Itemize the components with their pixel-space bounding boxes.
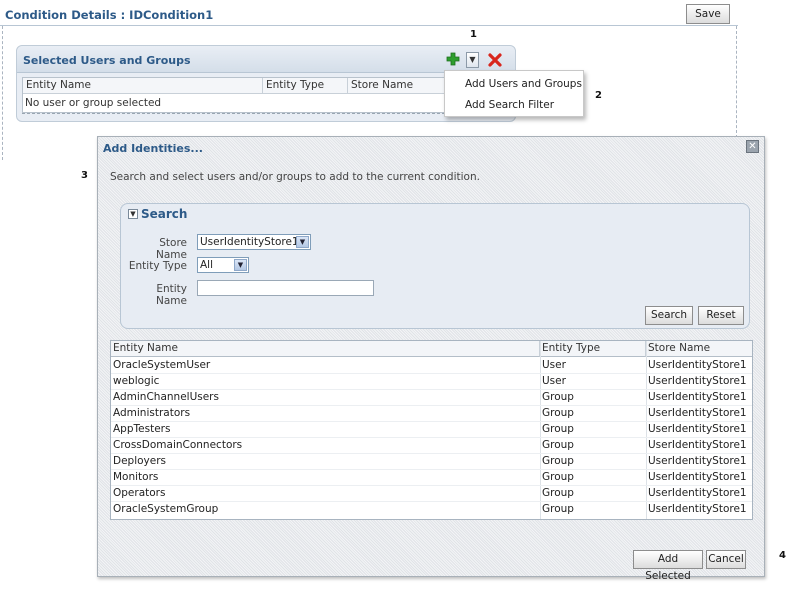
table-row[interactable]: AdminChannelUsers Group UserIdentityStor… [111,390,752,406]
entity-type-cell: User [542,375,566,387]
search-button[interactable]: Search [645,306,693,325]
column-header-store-name[interactable]: Store Name [646,341,752,357]
chevron-down-icon: ▼ [469,55,476,64]
entity-type-label: Entity Type [128,260,187,272]
entity-type-cell: Group [542,391,574,403]
entity-name-cell: Operators [113,487,166,499]
store-name-cell: UserIdentityStore1 [648,487,747,499]
table-row[interactable]: Deployers Group UserIdentityStore1 [111,454,752,470]
results-table: Entity Name Entity Type Store Name Oracl… [110,340,753,520]
collapse-toggle-icon[interactable]: ▼ [128,209,138,219]
page-border-left [2,26,3,160]
store-name-cell: UserIdentityStore1 [648,407,747,419]
callout-2: 2 [595,90,602,101]
store-name-cell: UserIdentityStore1 [648,439,747,451]
store-name-label: Store Name [156,237,187,261]
store-name-cell: UserIdentityStore1 [648,471,747,483]
store-name-cell: UserIdentityStore1 [648,503,747,515]
store-name-cell: UserIdentityStore1 [648,375,747,387]
reset-button[interactable]: Reset [698,306,744,325]
add-identities-dialog: Add Identities... ✕ Search and select us… [97,136,765,582]
entity-type-select-value: All [200,259,214,271]
dialog-title: Add Identities... [103,142,203,155]
store-name-cell: UserIdentityStore1 [648,359,747,371]
column-header-entity-type[interactable]: Entity Type [540,341,646,357]
store-name-select-value: UserIdentityStore1 [200,236,299,248]
entity-type-cell: Group [542,423,574,435]
entity-name-cell: Administrators [113,407,191,419]
close-icon[interactable]: ✕ [746,140,759,153]
entity-type-cell: Group [542,471,574,483]
entity-type-cell: User [542,359,566,371]
entity-type-cell: Group [542,407,574,419]
entity-name-cell: Deployers [113,455,167,467]
entity-name-cell: CrossDomainConnectors [113,439,243,451]
entity-name-cell: OracleSystemGroup [113,503,219,515]
chevron-down-icon: ▼ [234,259,247,271]
page-border-right [736,26,737,138]
table-row[interactable]: Operators Group UserIdentityStore1 [111,486,752,502]
callout-3: 3 [81,170,88,181]
search-panel-title: Search [141,207,188,221]
store-name-cell: UserIdentityStore1 [648,423,747,435]
selected-users-panel-title: Selected Users and Groups [23,54,191,67]
entity-name-input[interactable] [197,280,374,296]
entity-type-cell: Group [542,487,574,499]
title-divider [0,25,738,26]
add-selected-button[interactable]: Add Selected [633,550,703,582]
entity-type-cell: Group [542,439,574,451]
save-button[interactable]: Save [686,4,730,24]
cancel-button[interactable]: Cancel [706,550,746,569]
table-row[interactable]: OracleSystemGroup Group UserIdentityStor… [111,502,752,518]
table-row[interactable]: Monitors Group UserIdentityStore1 [111,470,752,486]
menu-item-add-users-and-groups[interactable]: Add Users and Groups [465,78,582,90]
table-row[interactable]: Administrators Group UserIdentityStore1 [111,406,752,422]
store-name-select[interactable]: UserIdentityStore1 ▼ [197,234,311,250]
entity-name-cell: OracleSystemUser [113,359,211,371]
entity-name-label: Entity Name [156,283,187,307]
chevron-down-icon: ▼ [296,236,309,248]
table-row[interactable]: OracleSystemUser User UserIdentityStore1 [111,358,752,374]
add-menu-dropdown-button[interactable]: ▼ [466,52,479,68]
column-header-entity-name[interactable]: Entity Name [23,78,263,94]
table-divider [22,113,510,114]
plus-icon[interactable] [446,52,460,66]
callout-4: 4 [779,550,786,561]
empty-table-message: No user or group selected [25,97,162,109]
menu-item-add-search-filter[interactable]: Add Search Filter [465,99,554,111]
entity-name-cell: AdminChannelUsers [113,391,219,403]
table-row[interactable]: weblogic User UserIdentityStore1 [111,374,752,390]
selected-users-table: Entity Name Entity Type Store Name No us… [22,77,510,113]
table-row[interactable]: CrossDomainConnectors Group UserIdentity… [111,438,752,454]
store-name-cell: UserIdentityStore1 [648,391,747,403]
entity-name-cell: Monitors [113,471,159,483]
search-panel: ▼ Search Store Name UserIdentityStore1 ▼… [120,203,750,329]
x-icon[interactable] [488,53,502,67]
selected-users-panel: Selected Users and Groups Entity Name En… [16,45,516,122]
add-menu: Add Users and Groups Add Search Filter [444,70,584,117]
dialog-instructions: Search and select users and/or groups to… [110,171,480,183]
column-header-entity-type[interactable]: Entity Type [263,78,348,94]
entity-type-cell: Group [542,455,574,467]
store-name-cell: UserIdentityStore1 [648,455,747,467]
page-title: Condition Details : IDCondition1 [5,8,214,22]
entity-type-cell: Group [542,503,574,515]
table-row[interactable]: AppTesters Group UserIdentityStore1 [111,422,752,438]
column-header-entity-name[interactable]: Entity Name [111,341,540,357]
callout-1: 1 [470,29,477,40]
entity-type-select[interactable]: All ▼ [197,257,249,273]
entity-name-cell: weblogic [113,375,160,387]
entity-name-cell: AppTesters [113,423,171,435]
